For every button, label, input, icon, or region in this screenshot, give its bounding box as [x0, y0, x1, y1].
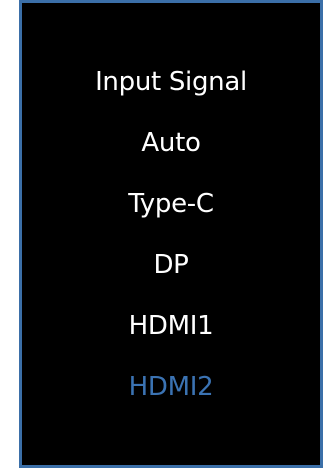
input-option-hdmi2[interactable]: HDMI2 — [129, 371, 214, 432]
input-option-type-c[interactable]: Type-C — [128, 188, 214, 249]
input-signal-menu: Input Signal Auto Type-C DP HDMI1 HDMI2 — [22, 66, 320, 432]
menu-title: Input Signal — [95, 67, 247, 97]
input-option-auto[interactable]: Auto — [141, 127, 200, 188]
input-option-hdmi1[interactable]: HDMI1 — [129, 310, 214, 371]
osd-menu-window: Input Signal Auto Type-C DP HDMI1 HDMI2 — [19, 0, 323, 468]
input-option-dp[interactable]: DP — [153, 249, 188, 310]
